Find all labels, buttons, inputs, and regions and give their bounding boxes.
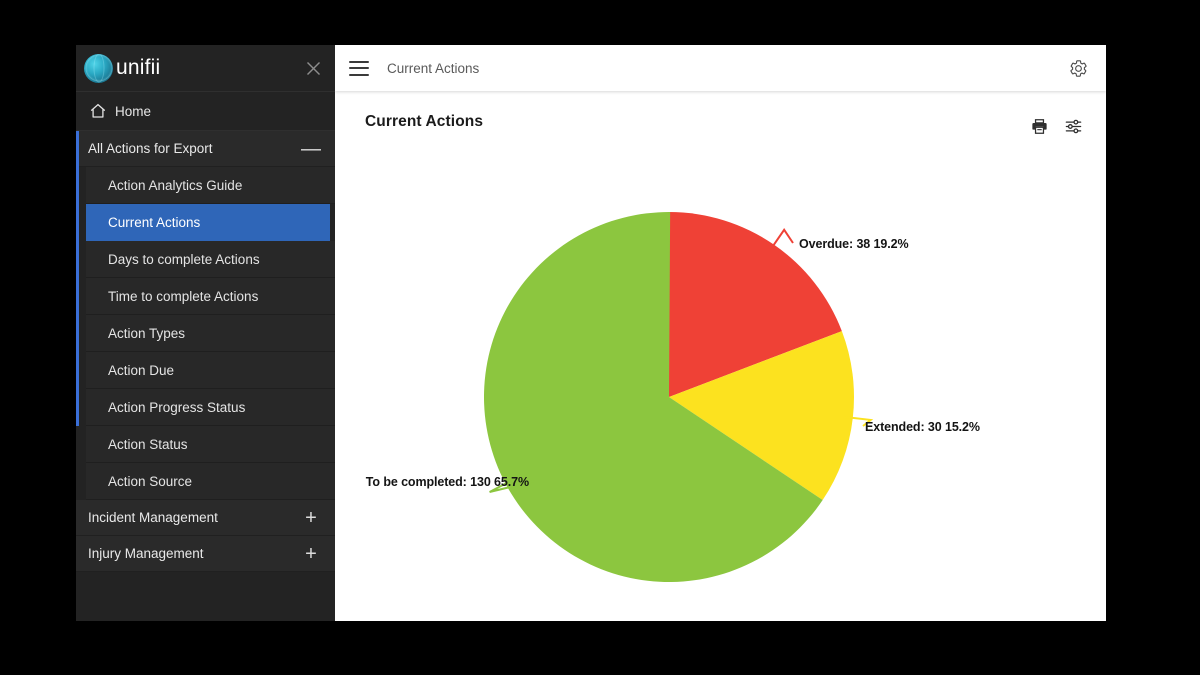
sidebar-item-label: Time to complete Actions — [108, 289, 258, 304]
sidebar-item-action-analytics-guide[interactable]: Action Analytics Guide — [86, 167, 335, 204]
sidebar-item-action-source[interactable]: Action Source — [86, 463, 335, 500]
sidebar-group-header[interactable]: Injury Management + — [76, 536, 335, 572]
sidebar-item-label: Current Actions — [108, 215, 200, 230]
sliders-icon[interactable] — [1060, 113, 1086, 139]
pie-slice — [484, 212, 823, 582]
content-header: Current Actions — [335, 91, 1106, 139]
sidebar-item-time-to-complete-actions[interactable]: Time to complete Actions — [86, 278, 335, 315]
page-title: Current Actions — [365, 113, 483, 131]
sidebar-item-label: Days to complete Actions — [108, 252, 260, 267]
pie-leader-line — [490, 480, 535, 492]
sidebar-item-label: Action Source — [108, 474, 192, 489]
printer-icon[interactable] — [1026, 113, 1052, 139]
pie-slice — [669, 331, 854, 500]
pie-chart: Overdue: 38 19.2% Extended: 30 15.2% To be… — [335, 91, 1106, 621]
sidebar-item-label: Action Types — [108, 326, 185, 341]
home-icon — [90, 103, 106, 119]
main-panel: Current Actions Current Actions — [335, 45, 1106, 621]
gear-icon[interactable] — [1066, 56, 1090, 80]
active-group-accent-bar — [76, 131, 79, 426]
plus-icon[interactable]: + — [301, 508, 321, 528]
pie-slice — [669, 212, 842, 397]
sidebar-group-header[interactable]: Incident Management + — [76, 500, 335, 536]
close-icon[interactable] — [302, 57, 324, 79]
application-window: unifii Home All Actions for Export — Actio… — [76, 45, 1106, 621]
sidebar-item-action-progress-status[interactable]: Action Progress Status — [86, 389, 335, 426]
brand-name: unifii — [116, 57, 160, 80]
sidebar-brand: unifii — [76, 45, 335, 92]
sidebar-item-action-types[interactable]: Action Types — [86, 315, 335, 352]
plus-icon[interactable]: + — [301, 544, 321, 564]
sidebar-item-label: Action Status — [108, 437, 188, 452]
pie-slice-label: To be completed: 130 65.7% — [335, 475, 529, 489]
hamburger-menu-icon[interactable] — [349, 61, 369, 76]
sidebar-item-current-actions[interactable]: Current Actions — [86, 204, 330, 241]
sidebar-group-label: Injury Management — [88, 546, 204, 561]
pie-leader-line — [845, 417, 871, 426]
sidebar-group-header[interactable]: All Actions for Export — — [76, 131, 335, 167]
sidebar-item-home-label: Home — [115, 104, 151, 119]
brand-logo: unifii — [84, 54, 160, 83]
pie-leader-line — [769, 230, 793, 251]
sidebar-item-home[interactable]: Home — [76, 92, 335, 131]
minus-icon[interactable]: — — [301, 139, 321, 159]
unifii-globe-icon — [84, 54, 113, 83]
app-bar-title: Current Actions — [387, 61, 479, 76]
app-bar: Current Actions — [335, 45, 1106, 91]
pie-slice-label: Extended: 30 15.2% — [865, 420, 980, 434]
sidebar-item-label: Action Progress Status — [108, 400, 245, 415]
sidebar-group-label: All Actions for Export — [88, 141, 213, 156]
sidebar-nav: All Actions for Export — Action Analytics … — [76, 131, 335, 572]
sidebar-item-label: Action Analytics Guide — [108, 178, 242, 193]
sidebar: unifii Home All Actions for Export — Actio… — [76, 45, 335, 621]
sidebar-item-action-status[interactable]: Action Status — [86, 426, 335, 463]
sidebar-item-action-due[interactable]: Action Due — [86, 352, 335, 389]
sidebar-item-label: Action Due — [108, 363, 174, 378]
sidebar-item-days-to-complete-actions[interactable]: Days to complete Actions — [86, 241, 335, 278]
sidebar-group-label: Incident Management — [88, 510, 218, 525]
content-area: Current Actions — [335, 91, 1106, 621]
pie-slice-label: Overdue: 38 19.2% — [799, 237, 908, 251]
